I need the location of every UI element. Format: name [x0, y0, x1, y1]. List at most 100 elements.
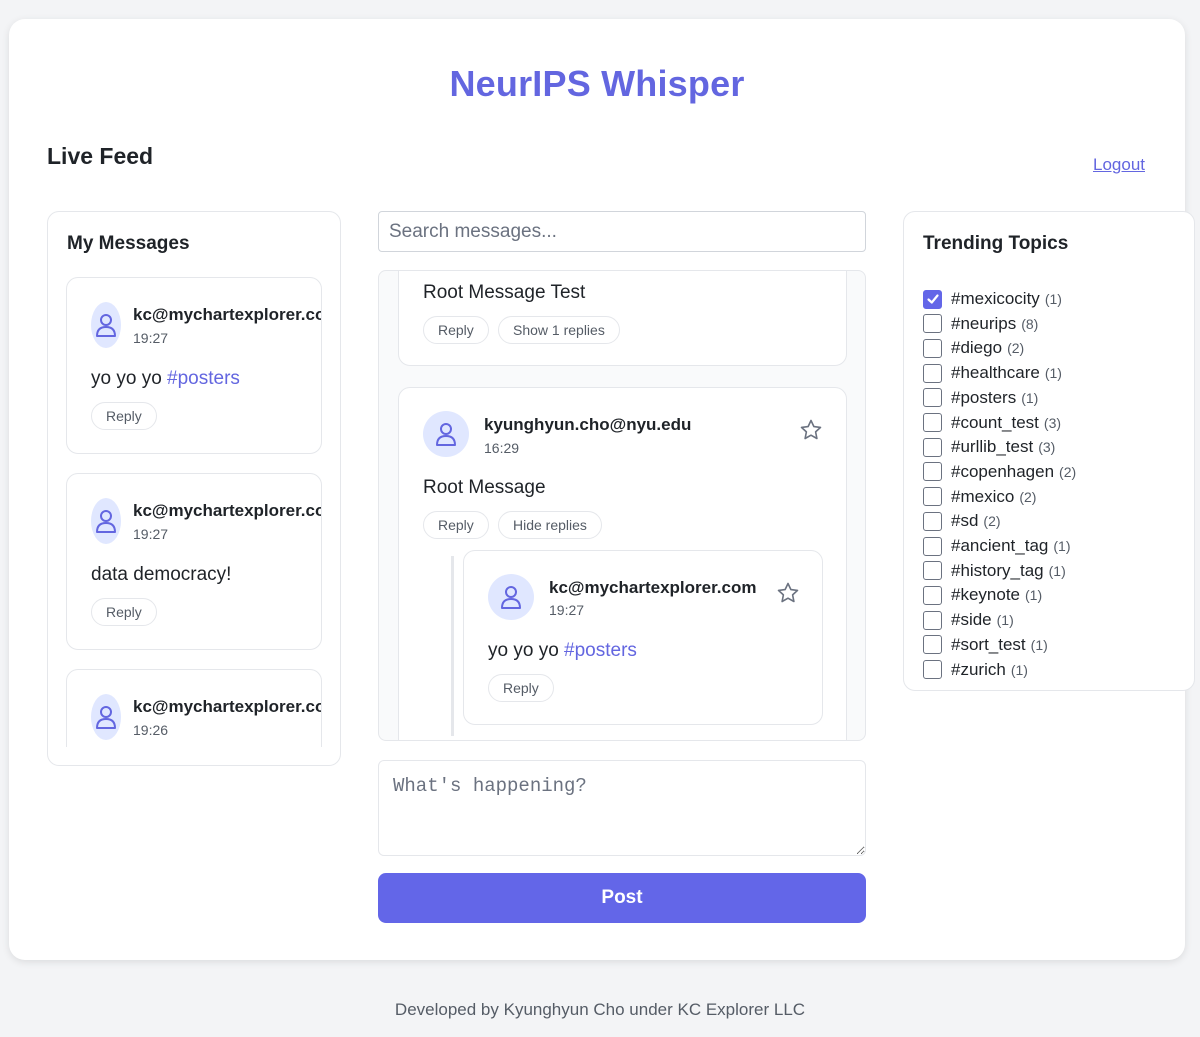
message-text-body: yo yo yo [91, 368, 168, 389]
topic-name: #mexico [951, 486, 1015, 506]
topic-count: (1) [1048, 562, 1066, 579]
topic-item[interactable]: #side (1) [923, 609, 1014, 631]
topic-checkbox[interactable] [923, 511, 942, 531]
reply-button[interactable]: Reply [423, 316, 489, 344]
hide-replies-button[interactable]: Hide replies [498, 511, 602, 539]
topic-item[interactable]: #mexico (2) [923, 486, 1036, 508]
topic-count: (1) [1025, 587, 1043, 604]
topic-name: #healthcare [951, 363, 1040, 383]
topic-name: #zurich [951, 659, 1006, 679]
topic-checkbox[interactable] [923, 462, 942, 482]
reply-button[interactable]: Reply [488, 674, 554, 702]
topic-item[interactable]: #diego (2) [923, 337, 1024, 359]
topic-item[interactable]: #copenhagen (2) [923, 461, 1076, 483]
search-input[interactable] [378, 211, 866, 252]
topic-checkbox[interactable] [923, 338, 942, 358]
page-title: Live Feed [47, 143, 154, 169]
message-feed[interactable]: Root Message Test Reply Show 1 replies k… [378, 270, 866, 741]
message-text-body: yo yo yo [488, 640, 565, 661]
topic-item[interactable]: #keynote (1) [923, 584, 1042, 606]
message-author: kc@mychartexplorer.com [133, 305, 322, 324]
message-time: 16:29 [484, 440, 520, 456]
topic-checkbox[interactable] [923, 487, 942, 507]
user-icon [91, 694, 121, 740]
hashtag-link[interactable]: #posters [167, 368, 240, 389]
topic-count: (3) [1043, 414, 1062, 431]
topic-name: #neurips [951, 313, 1017, 333]
thread-line [451, 556, 454, 736]
topic-count: (8) [1021, 315, 1039, 332]
message-card: Root Message Test Reply Show 1 replies [398, 271, 847, 366]
topic-item[interactable]: #zurich (1) [923, 659, 1028, 681]
list-item: kc@mychartexplorer.com 19:27 yo yo yo #p… [66, 277, 322, 454]
reply-button[interactable]: Reply [91, 402, 157, 430]
topic-count: (1) [1021, 389, 1039, 406]
topic-checkbox[interactable] [923, 660, 942, 679]
topic-item[interactable]: #ancient_tag (1) [923, 535, 1071, 557]
compose-textarea[interactable] [378, 760, 866, 856]
user-icon [423, 411, 469, 457]
topic-name: #side [951, 610, 992, 630]
my-messages-title: My Messages [67, 233, 190, 254]
message-author: kc@mychartexplorer.com [549, 578, 757, 597]
topic-name: #mexicocity [951, 289, 1040, 308]
topic-item[interactable]: #sort_test (1) [923, 634, 1048, 656]
message-time: 19:27 [549, 602, 585, 618]
reply-button[interactable]: Reply [91, 598, 157, 626]
topic-checkbox[interactable] [923, 413, 942, 432]
topic-name: #diego [951, 338, 1003, 358]
message-text: Root Message [423, 477, 546, 498]
topic-name: #count_test [951, 412, 1039, 432]
reply-card: kc@mychartexplorer.com 19:27 yo yo yo #p… [463, 550, 823, 725]
topic-checkbox[interactable] [923, 388, 942, 408]
my-messages-panel: My Messages kc@mychartexplorer.com 19:27… [47, 211, 341, 766]
star-icon[interactable] [799, 418, 823, 442]
list-item: kc@mychartexplorer.com 19:26 [66, 669, 322, 747]
topic-item[interactable]: #urllib_test (3) [923, 436, 1055, 458]
topic-checkbox[interactable] [923, 585, 942, 605]
topic-count: (2) [1059, 463, 1077, 480]
topic-name: #posters [951, 387, 1017, 407]
show-replies-button[interactable]: Show 1 replies [498, 316, 620, 344]
topic-item[interactable]: #history_tag (1) [923, 560, 1066, 582]
message-text: yo yo yo #posters [488, 640, 637, 662]
user-icon [488, 574, 534, 620]
topic-count: (2) [983, 513, 1001, 530]
topic-name: #urllib_test [951, 437, 1034, 457]
topic-checkbox[interactable] [923, 635, 942, 655]
topic-item[interactable]: #mexicocity (1) [923, 288, 1062, 310]
topic-name: #sort_test [951, 634, 1026, 654]
topic-checkbox[interactable] [923, 289, 942, 309]
user-icon [91, 498, 121, 544]
topic-checkbox[interactable] [923, 363, 942, 383]
message-author: kc@mychartexplorer.com [133, 697, 322, 716]
topic-item[interactable]: #sd (2) [923, 510, 1001, 532]
topic-checkbox[interactable] [923, 536, 942, 556]
star-icon[interactable] [776, 581, 800, 605]
hashtag-link[interactable]: #posters [564, 640, 637, 661]
user-icon [91, 302, 121, 348]
topic-checkbox[interactable] [923, 314, 942, 334]
logout-link[interactable]: Logout [1093, 155, 1145, 175]
topic-checkbox[interactable] [923, 561, 942, 581]
post-button[interactable]: Post [378, 873, 866, 923]
topic-item[interactable]: #neurips (8) [923, 313, 1038, 335]
topic-count: (1) [1044, 365, 1062, 382]
my-messages-list[interactable]: kc@mychartexplorer.com 19:27 yo yo yo #p… [66, 277, 322, 747]
topic-name: #copenhagen [951, 461, 1055, 481]
topic-item[interactable]: #count_test (3) [923, 412, 1061, 434]
check-icon [926, 294, 939, 304]
topic-count: (1) [1044, 291, 1062, 307]
topic-checkbox[interactable] [923, 610, 942, 630]
message-time: 19:27 [133, 526, 169, 542]
trending-topics-panel: Trending Topics #mexicocity (1) #neurips (8… [903, 211, 1195, 691]
trending-topics-title: Trending Topics [923, 233, 1069, 254]
topic-count: (2) [1019, 488, 1037, 505]
message-time: 19:27 [133, 330, 169, 346]
topic-name: #keynote [951, 585, 1020, 605]
topic-checkbox[interactable] [923, 437, 942, 457]
topic-item[interactable]: #posters (1) [923, 387, 1038, 409]
topic-item[interactable]: #healthcare (1) [923, 362, 1062, 384]
reply-button[interactable]: Reply [423, 511, 489, 539]
main-card: NeurIPS Whisper Live Feed Logout My Mess… [9, 19, 1195, 960]
